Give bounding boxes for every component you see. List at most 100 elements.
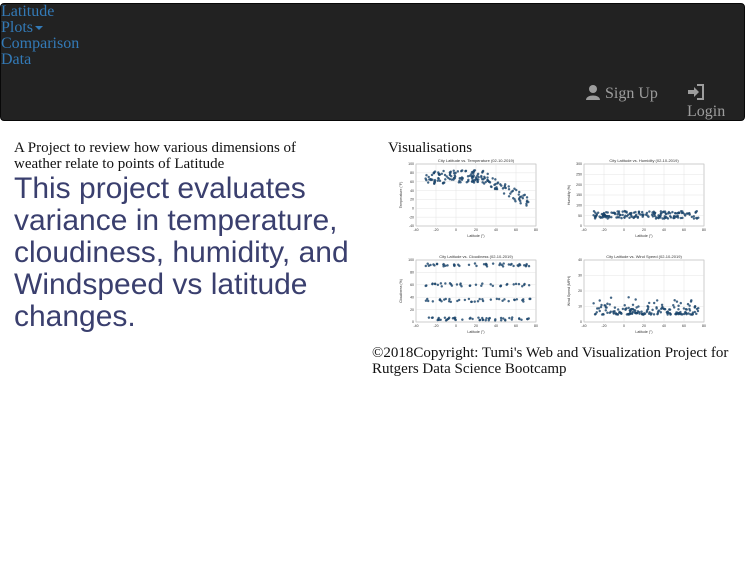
scatter-point xyxy=(681,210,684,213)
scatter-point xyxy=(602,211,606,215)
scatter-point xyxy=(488,316,491,320)
scatter-point xyxy=(442,169,445,173)
scatter-point xyxy=(470,173,473,176)
scatter-point xyxy=(651,308,654,312)
scatter-point xyxy=(645,211,649,215)
y-tick-label: -20 xyxy=(409,215,414,219)
scatter-point xyxy=(440,172,444,176)
caret-down-icon xyxy=(35,26,44,31)
scatter-point xyxy=(695,312,698,316)
scatter-point xyxy=(512,264,515,268)
nav-link-plots[interactable]: Plots xyxy=(1,20,79,36)
scatter-point xyxy=(437,177,440,180)
windspeed-plot[interactable]: City Latitude vs. Wind Speed (02-10-2019… xyxy=(562,252,712,336)
scatter-point xyxy=(475,177,478,180)
scatter-point xyxy=(637,305,640,308)
scatter-point xyxy=(630,214,633,217)
scatter-point xyxy=(608,303,612,306)
scatter-point xyxy=(507,185,510,188)
y-tick-label: 100 xyxy=(408,258,414,262)
scatter-point xyxy=(452,263,456,266)
x-tick-label: 40 xyxy=(662,324,666,328)
login-link[interactable]: Login xyxy=(687,84,744,121)
x-tick-label: 0 xyxy=(455,228,457,232)
scatter-point xyxy=(687,312,690,315)
scatter-point xyxy=(505,283,508,287)
x-axis-label: Latitude (°) xyxy=(635,234,652,238)
scatter-point xyxy=(679,310,682,314)
scatter-point xyxy=(521,285,524,288)
scatter-point xyxy=(605,306,608,309)
scatter-point xyxy=(523,264,526,267)
scatter-point xyxy=(512,283,515,286)
y-tick-label: 40 xyxy=(410,295,414,299)
footer-copyright: ©2018Copyright: Tumi's Web and Visualiza… xyxy=(372,345,729,377)
scatter-point xyxy=(641,210,644,214)
scatter-point xyxy=(481,178,484,181)
scatter-point xyxy=(466,175,470,178)
scatter-point xyxy=(455,283,459,286)
temperature-plot[interactable]: City Latitude vs. Temperature (02-10-201… xyxy=(394,156,544,240)
scatter-point xyxy=(522,194,525,197)
scatter-point xyxy=(647,301,651,305)
scatter-point xyxy=(518,317,521,321)
scatter-point xyxy=(456,299,459,303)
nav-link-comparison[interactable]: Comparison xyxy=(1,36,79,52)
scatter-point xyxy=(501,299,504,302)
scatter-point xyxy=(427,264,430,267)
scatter-point xyxy=(446,264,449,267)
scatter-point xyxy=(592,214,595,217)
scatter-point xyxy=(613,212,617,216)
x-tick-label: -20 xyxy=(601,324,606,328)
scatter-point xyxy=(495,187,499,191)
y-axis-label: Humidity (%) xyxy=(567,185,571,205)
scatter-point xyxy=(487,319,490,322)
nav-link-plots-label: Plots xyxy=(1,19,34,36)
scatter-point xyxy=(501,187,505,190)
y-tick-label: 80 xyxy=(410,171,414,175)
scatter-point xyxy=(503,298,506,301)
scatter-point xyxy=(677,304,680,307)
scatter-point xyxy=(502,317,505,320)
y-tick-label: 150 xyxy=(576,193,582,197)
signup-link[interactable]: Sign Up xyxy=(585,84,658,103)
scatter-point xyxy=(691,313,694,316)
scatter-point xyxy=(510,318,514,321)
scatter-point xyxy=(592,210,596,213)
scatter-point xyxy=(679,301,682,305)
scatter-point xyxy=(611,211,615,215)
scatter-point xyxy=(480,174,483,178)
nav-link-data[interactable]: Data xyxy=(1,52,79,68)
y-tick-label: 250 xyxy=(576,173,582,177)
scatter-point xyxy=(519,202,522,205)
scatter-point xyxy=(646,307,650,311)
scatter-point xyxy=(624,308,627,311)
scatter-point xyxy=(527,264,531,268)
scatter-point xyxy=(458,179,461,182)
scatter-point xyxy=(508,316,511,320)
scatter-point xyxy=(491,284,495,288)
scatter-point xyxy=(464,169,467,173)
scatter-point xyxy=(615,216,618,219)
humidity-plot[interactable]: City Latitude vs. Humidity (02-10-2019) 3… xyxy=(562,156,712,240)
scatter-point xyxy=(660,212,663,215)
y-tick-label: 300 xyxy=(576,162,582,166)
cloudiness-plot[interactable]: City Latitude vs. Cloudiness (02-10-2019… xyxy=(394,252,544,336)
scatter-point xyxy=(607,215,610,218)
y-tick-label: 200 xyxy=(576,183,582,187)
y-tick-label: 50 xyxy=(578,214,582,218)
scatter-point xyxy=(476,300,480,303)
y-tick-label: 100 xyxy=(408,162,414,166)
nav-link-latitude[interactable]: Latitude xyxy=(1,4,79,20)
scatter-point xyxy=(477,316,480,319)
scatter-point xyxy=(680,313,683,316)
x-tick-label: 20 xyxy=(474,228,478,232)
scatter-point xyxy=(606,311,609,314)
scatter-point xyxy=(489,185,493,188)
scatter-point xyxy=(643,312,646,315)
scatter-point xyxy=(627,306,630,310)
scatter-point xyxy=(502,262,505,265)
scatter-point xyxy=(470,300,473,303)
scatter-point xyxy=(673,214,676,218)
scatter-point xyxy=(693,305,697,308)
